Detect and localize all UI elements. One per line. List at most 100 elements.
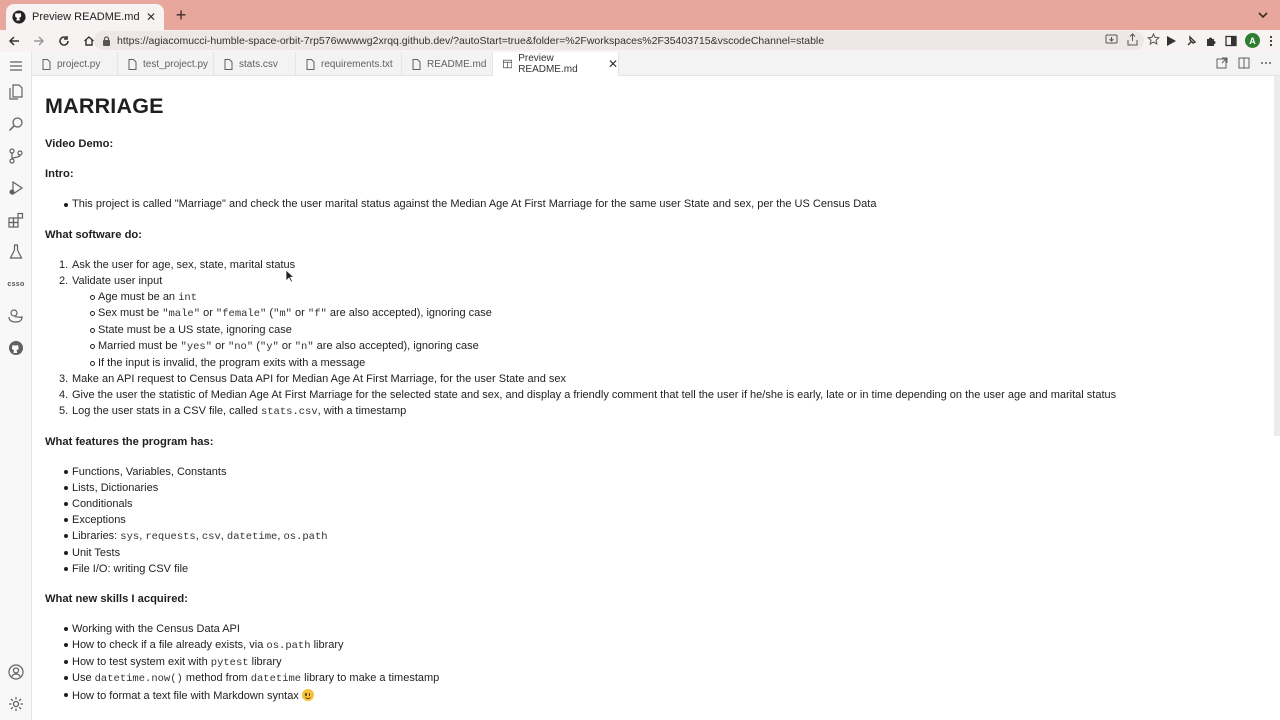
bookmark-star-icon[interactable] [1147,33,1160,46]
text: or [200,307,216,319]
inline-code: requests [145,531,196,543]
bullet [64,502,68,506]
close-tab-icon[interactable]: ✕ [144,10,158,24]
list-item: Give the user the statistic of Median Ag… [72,389,1117,401]
bullet [64,676,68,680]
reload-icon[interactable] [53,30,75,52]
bullet [90,344,95,349]
browser-tab-active[interactable]: Preview README.md — 35403715 ✕ [6,4,164,30]
inline-code: "female" [215,308,267,320]
inline-code: pytest [210,657,249,669]
back-icon[interactable] [3,30,25,52]
close-icon[interactable]: ✕ [608,57,618,71]
list-item: This project is called "Marriage" and ch… [72,198,877,210]
list-item: Unit Tests [72,547,121,559]
lock-icon[interactable] [102,35,111,46]
video-demo-heading: Video Demo: [45,138,114,150]
bullet [64,470,68,474]
inline-code: int [178,292,198,304]
more-actions-icon[interactable] [1260,57,1272,69]
gear-icon[interactable] [6,694,26,714]
text: How to format a text file with Markdown … [72,690,302,702]
avatar[interactable]: A [1245,33,1260,48]
file-icon [42,58,51,70]
editor-tab-bar: project.py test_project.py stats.csv req… [32,52,1280,76]
duck-icon[interactable] [6,306,26,326]
text: or [278,340,295,352]
tab-readme-md[interactable]: README.md [402,52,493,76]
forward-icon[interactable] [28,30,50,52]
text: How to test system exit with [72,656,211,668]
activity-bar: csso [0,52,32,720]
list-item: Married must be "yes" or "no" ("y" or "n… [98,340,479,353]
inline-code: os.path [266,640,311,652]
tab-requirements-txt[interactable]: requirements.txt [296,52,402,76]
url-text: https://agiacomucci-humble-space-orbit-7… [117,34,825,47]
text: method from [182,672,251,684]
more-menu-icon[interactable] [1268,35,1274,47]
list-number: 5. [59,405,69,417]
install-app-icon[interactable] [1105,33,1118,46]
new-tab-icon[interactable]: + [172,6,190,25]
bullet [64,567,68,571]
side-panel-icon[interactable] [1225,35,1237,47]
inline-code: sys [120,531,140,543]
bullet [64,551,68,555]
bullet [90,311,95,316]
scrollbar[interactable] [1274,76,1280,436]
tab-test-project-py[interactable]: test_project.py [118,52,214,76]
testing-flask-icon[interactable] [6,242,26,262]
bullet [64,534,68,538]
skills-heading: What new skills I acquired: [45,593,188,605]
extensions-icon[interactable] [6,210,26,230]
browser-tabstrip: Preview README.md — 35403715 ✕ + [0,0,1280,30]
text: library to make a timestamp [301,672,440,684]
explorer-icon[interactable] [6,82,26,102]
source-control-icon[interactable] [6,146,26,166]
github-icon [12,10,26,24]
search-icon[interactable] [6,114,26,134]
text: Age must be an [98,291,179,303]
split-editor-icon[interactable] [1238,57,1250,69]
list-number: 4. [59,389,69,401]
features-heading: What features the program has: [45,436,214,448]
share-icon[interactable] [1126,33,1139,46]
list-item: How to format a text file with Markdown … [72,689,314,702]
inline-code: csv [201,531,221,543]
pin-extension-icon[interactable] [1185,34,1197,47]
file-icon [224,58,233,70]
file-icon [306,58,315,70]
text: ( [253,340,260,352]
tab-label: test_project.py [143,58,209,70]
tab-label: requirements.txt [321,58,393,70]
csso-extension-icon[interactable]: csso [6,274,26,294]
run-debug-icon[interactable] [6,178,26,198]
inline-code: "f" [307,308,327,320]
tab-preview-readme[interactable]: Preview README.md ✕ [493,52,619,76]
inline-code: "m" [273,308,292,320]
bullet [64,660,68,664]
open-source-icon[interactable] [1216,57,1228,69]
intro-heading: Intro: [45,168,74,180]
extensions-puzzle-icon[interactable] [1205,35,1217,47]
menu-icon[interactable] [6,56,26,76]
bullet [64,486,68,490]
tab-project-py[interactable]: project.py [32,52,118,76]
list-item: Exceptions [72,514,126,526]
list-item: Validate user input [72,275,163,287]
account-icon[interactable] [6,662,26,682]
inline-code: os.path [283,531,328,543]
text: or [212,340,228,352]
github-icon[interactable] [6,338,26,358]
inline-code: datetime.now() [94,673,183,685]
list-item: If the input is invalid, the program exi… [98,357,366,369]
text: How to check if a file already exists, v… [72,639,267,651]
inline-code: "n" [294,341,314,353]
tab-stats-csv[interactable]: stats.csv [214,52,296,76]
list-item: File I/O: writing CSV file [72,563,189,575]
play-extension-icon[interactable] [1165,35,1177,47]
url-bar[interactable]: https://agiacomucci-humble-space-orbit-7… [94,31,1144,50]
chevron-down-icon[interactable] [1256,8,1270,22]
list-number: 1. [59,259,69,271]
text: Log the user stats in a CSV file, called [72,405,261,417]
